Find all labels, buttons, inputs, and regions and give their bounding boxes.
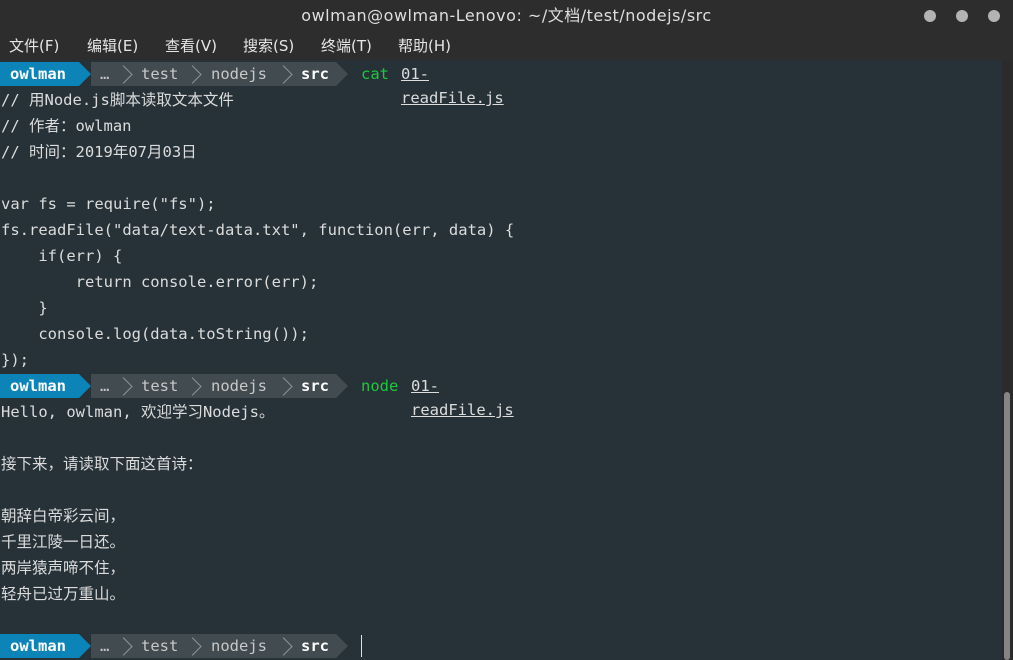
chevron-right-icon [120, 64, 129, 84]
code-line: // 时间：2019年07月03日 [1, 143, 197, 161]
code-line: // 用Node.js脚本读取文本文件 [1, 91, 234, 109]
chevron-right-icon [120, 376, 129, 396]
command-name: cat [361, 65, 389, 83]
menu-file[interactable]: 文件(F) [9, 32, 59, 60]
output-line: 两岸猿声啼不住， [1, 559, 126, 577]
prompt-user-arrow [79, 62, 91, 86]
prompt-path-arrow [336, 374, 348, 398]
window-title: owlman@owlman-Lenovo: ~/文档/test/nodejs/s… [301, 6, 712, 25]
output-line: 轻舟已过万重山。 [1, 585, 126, 603]
prompt-path: … test nodejs src [91, 62, 336, 86]
output-line: 千里江陵一日还。 [1, 533, 126, 551]
prompt-dir-nodejs: nodejs [211, 637, 267, 655]
menu-search[interactable]: 搜索(S) [243, 32, 294, 60]
code-line: }); [1, 351, 29, 369]
code-line: return console.error(err); [1, 273, 319, 291]
prompt-ellipsis: … [100, 377, 110, 395]
maximize-button[interactable] [956, 10, 968, 22]
prompt-dir-nodejs: nodejs [211, 377, 267, 395]
prompt-user: owlman [0, 634, 79, 658]
code-line: } [1, 299, 48, 317]
prompt-dir-src: src [301, 65, 329, 83]
output-line: 接下来，请读取下面这首诗： [1, 455, 203, 473]
chevron-right-icon [280, 376, 289, 396]
code-line: if(err) { [1, 247, 123, 265]
chevron-right-icon [189, 636, 198, 656]
scrollbar[interactable] [1002, 60, 1013, 660]
prompt-user-arrow [79, 374, 91, 398]
chevron-right-icon [189, 376, 198, 396]
text-cursor [361, 635, 362, 657]
prompt-dir-test: test [141, 65, 179, 83]
prompt-user-arrow [79, 634, 91, 658]
minimize-button[interactable] [924, 10, 936, 22]
menu-view[interactable]: 查看(V) [165, 32, 217, 60]
command-name: node [361, 377, 399, 395]
command-argument[interactable]: 01-readFile.js [411, 374, 514, 419]
chevron-right-icon [280, 636, 289, 656]
terminal-area[interactable]: owlman … test nodejs src cat 01-readFile… [0, 60, 1002, 660]
prompt-user: owlman [0, 374, 79, 398]
output-line: 朝辞白帝彩云间， [1, 507, 126, 525]
prompt-dir-test: test [141, 637, 179, 655]
menu-bar: 文件(F) 编辑(E) 查看(V) 搜索(S) 终端(T) 帮助(H) [0, 32, 1013, 60]
prompt-path-arrow [336, 62, 348, 86]
output-line: Hello, owlman, 欢迎学习Nodejs。 [1, 403, 275, 421]
prompt-dir-src: src [301, 377, 329, 395]
menu-terminal[interactable]: 终端(T) [321, 32, 372, 60]
scrollbar-thumb[interactable] [1004, 392, 1010, 660]
code-line: fs.readFile("data/text-data.txt", functi… [1, 221, 515, 239]
chevron-right-icon [189, 64, 198, 84]
menu-edit[interactable]: 编辑(E) [87, 32, 138, 60]
prompt-path: … test nodejs src [91, 374, 336, 398]
prompt-ellipsis: … [100, 65, 110, 83]
prompt-path: … test nodejs src [91, 634, 336, 658]
prompt-user: owlman [0, 62, 79, 86]
menu-help[interactable]: 帮助(H) [398, 32, 451, 60]
code-line: var fs = require("fs"); [1, 195, 216, 213]
prompt-ellipsis: … [100, 637, 110, 655]
chevron-right-icon [120, 636, 129, 656]
code-line: // 作者：owlman [1, 117, 132, 135]
prompt-dir-src: src [301, 637, 329, 655]
command-argument[interactable]: 01-readFile.js [401, 62, 504, 107]
close-button[interactable] [988, 10, 1000, 22]
prompt-dir-nodejs: nodejs [211, 65, 267, 83]
code-line: console.log(data.toString()); [1, 325, 309, 343]
chevron-right-icon [280, 64, 289, 84]
title-bar: owlman@owlman-Lenovo: ~/文档/test/nodejs/s… [0, 0, 1013, 32]
prompt-path-arrow [336, 634, 348, 658]
prompt-dir-test: test [141, 377, 179, 395]
